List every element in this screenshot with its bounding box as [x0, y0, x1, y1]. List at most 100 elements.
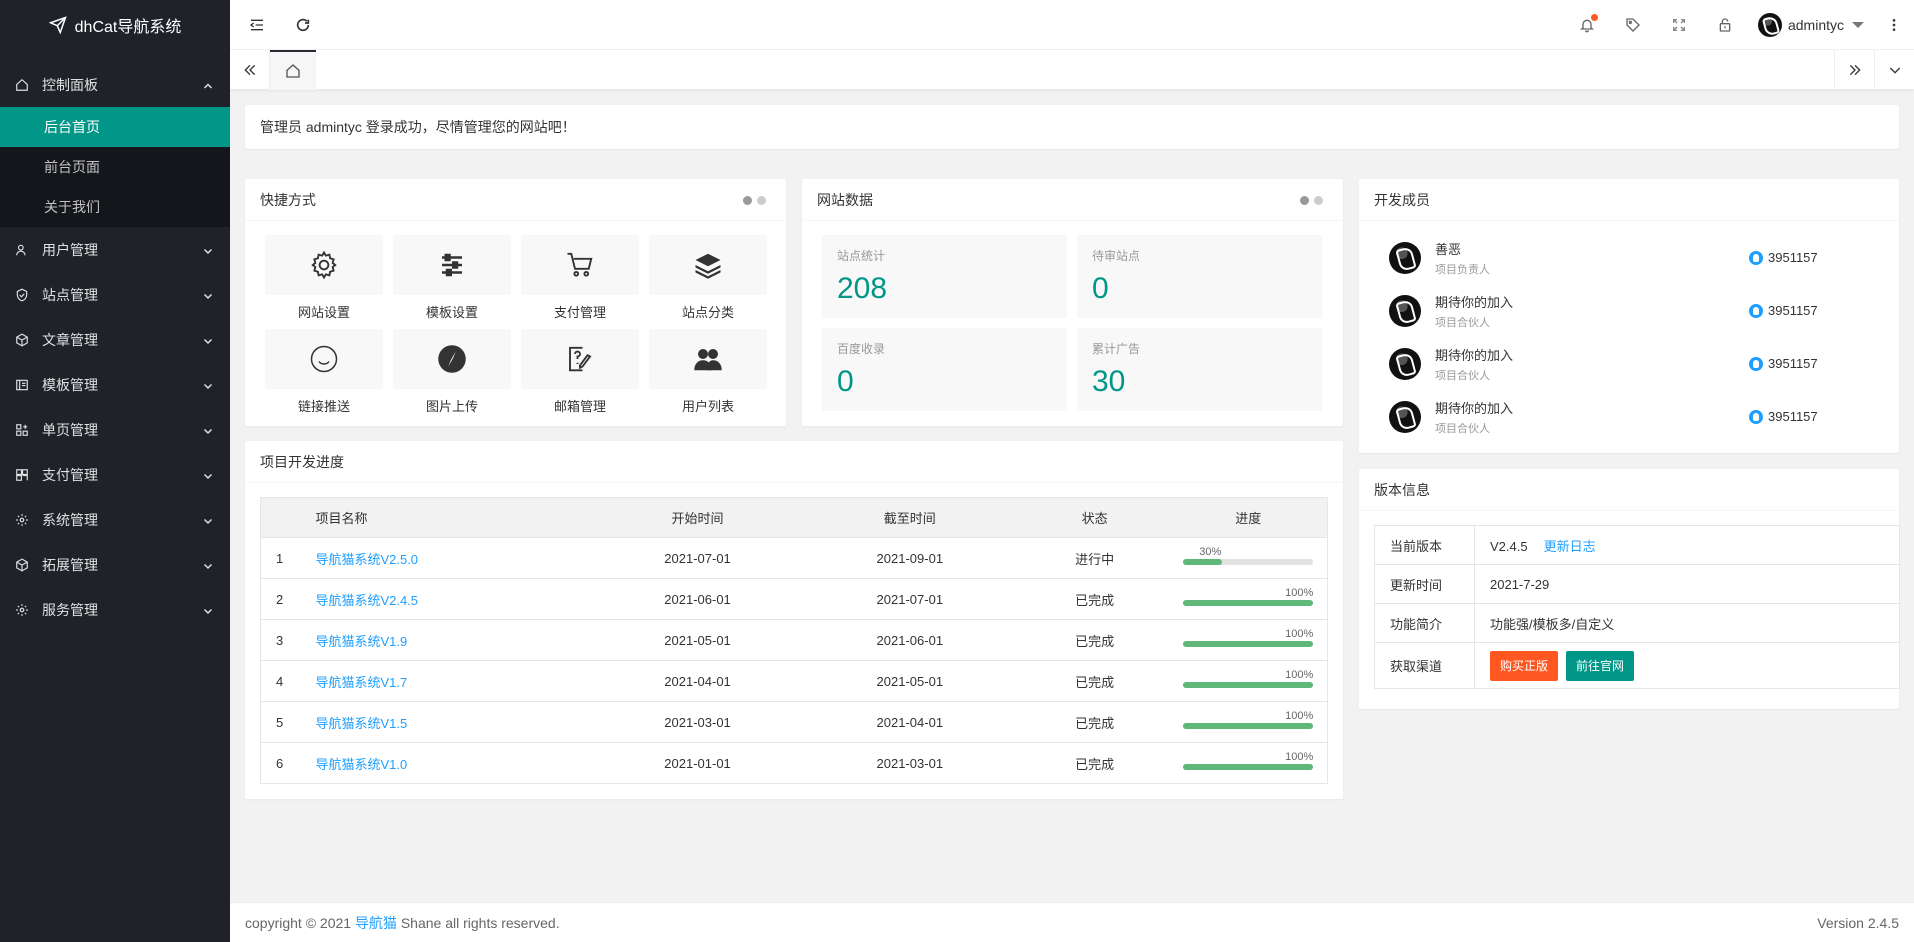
sidebar-item-label: 服务管理 [42, 601, 98, 618]
card-title: 开发成员 [1359, 179, 1899, 221]
progress-bar: 100% [1183, 669, 1314, 692]
row-index: 3 [260, 619, 316, 661]
visit-official-site-button[interactable]: 前往官网 [1566, 650, 1635, 681]
member-qq[interactable]: 3951157 [1749, 284, 1818, 337]
stat-value: 0 [1092, 272, 1109, 305]
end-date: 2021-04-01 [799, 701, 1020, 743]
stat-total-ads: 累计广告 30 [1077, 328, 1322, 411]
project-name-link[interactable]: 导航猫系统V1.7 [315, 675, 407, 690]
sidebar-item-label: 拓展管理 [42, 556, 98, 573]
carousel-indicator[interactable] [743, 196, 766, 205]
stat-value: 30 [1092, 365, 1126, 398]
shortcut-image-upload[interactable]: 图片上传 [393, 329, 511, 423]
shortcut-site-settings[interactable]: 网站设置 [265, 235, 383, 329]
member-name: 善恶 [1435, 241, 1462, 257]
sidebar-subitem-admin-home[interactable]: 后台首页 [0, 107, 230, 147]
lock-screen-button[interactable] [1702, 0, 1748, 50]
row-index: 4 [260, 660, 316, 702]
sidebar-item-articles[interactable]: 文章管理 [0, 317, 230, 362]
shortcut-link-push[interactable]: 链接推送 [265, 329, 383, 423]
more-vertical-icon [1892, 19, 1896, 31]
qq-icon [1749, 409, 1763, 424]
shortcut-template-settings[interactable]: 模板设置 [393, 235, 511, 329]
project-name-link[interactable]: 导航猫系统V2.4.5 [315, 593, 418, 608]
table-row: 当前版本 V2.4.5 更新日志 [1374, 525, 1900, 565]
caret-down-icon [1852, 22, 1864, 28]
shortcut-site-category[interactable]: 站点分类 [649, 235, 767, 329]
progress-text: 30% [1199, 546, 1222, 558]
member-name: 期待你的加入 [1435, 347, 1514, 363]
chevron-down-icon [202, 424, 214, 436]
table-row: 1 导航猫系统V2.5.0 2021-07-01 2021-09-01 进行中 30% [260, 537, 1328, 579]
gear-icon [15, 513, 29, 527]
avatar [1389, 241, 1421, 274]
sidebar-item-label: 文章管理 [42, 331, 98, 348]
notifications-button[interactable] [1564, 0, 1610, 50]
feature-intro-label: 功能简介 [1374, 603, 1475, 643]
version-table: 当前版本 V2.4.5 更新日志 更新时间 2021-7-29 功能简介 功能强/… [1374, 525, 1900, 689]
sliders-icon [442, 253, 462, 277]
more-options-button[interactable] [1874, 0, 1914, 50]
project-name-link[interactable]: 导航猫系统V1.0 [315, 757, 407, 772]
sidebar-item-templates[interactable]: 模板管理 [0, 362, 230, 407]
sidebar-item-users[interactable]: 用户管理 [0, 227, 230, 272]
table-row: 5 导航猫系统V1.5 2021-03-01 2021-04-01 已完成 100% [260, 701, 1328, 743]
row-index: 6 [260, 742, 316, 784]
member-role: 项目合伙人 [1435, 422, 1490, 435]
sidebar-item-payments[interactable]: 支付管理 [0, 452, 230, 497]
sidebar-subitem-about[interactable]: 关于我们 [0, 187, 230, 227]
copyright: copyright © 2021 导航猫 Shane all rights re… [245, 913, 560, 933]
member-role: 项目合伙人 [1435, 316, 1490, 329]
quick-shortcuts-card: 快捷方式 网站设置 模板设置 支付管理 站点分类 链接推送 图片上传 邮箱管理 … [245, 179, 786, 426]
refresh-button[interactable] [280, 0, 326, 50]
grid-icon [15, 468, 29, 482]
chevron-down-icon [202, 559, 214, 571]
shortcut-user-list[interactable]: 用户列表 [649, 329, 767, 423]
compass-icon [438, 345, 466, 373]
footer: copyright © 2021 导航猫 Shane all rights re… [230, 902, 1914, 942]
collapse-sidebar-button[interactable] [234, 0, 280, 50]
sidebar-subitem-front-page[interactable]: 前台页面 [0, 147, 230, 187]
progress-fill [1183, 682, 1314, 688]
version-label: 当前版本 [1374, 525, 1475, 565]
table-row: 获取渠道 购买正版 前往官网 [1374, 642, 1900, 689]
table-row: 3 导航猫系统V1.9 2021-05-01 2021-06-01 已完成 100% [260, 619, 1328, 661]
row-index: 5 [260, 701, 316, 743]
progress-text: 100% [1285, 710, 1314, 722]
shortcut-payment-management[interactable]: 支付管理 [521, 235, 639, 329]
home-icon [286, 64, 300, 78]
member-qq[interactable]: 3951157 [1749, 231, 1818, 284]
sidebar-item-system[interactable]: 系统管理 [0, 497, 230, 542]
member-qq[interactable]: 3951157 [1749, 337, 1818, 390]
stat-label: 累计广告 [1092, 342, 1141, 356]
table-row: 6 导航猫系统V1.0 2021-01-01 2021-03-01 已完成 100% [260, 742, 1328, 784]
table-row: 更新时间 2021-7-29 [1374, 564, 1900, 604]
chevron-down-icon [202, 469, 214, 481]
sidebar-item-extensions[interactable]: 拓展管理 [0, 542, 230, 587]
theme-button[interactable] [1610, 0, 1656, 50]
project-name-link[interactable]: 导航猫系统V1.5 [315, 716, 407, 731]
dev-members-card: 开发成员 善恶 项目负责人 3951157 期待你的加入 项目合伙人 3951157… [1359, 179, 1899, 453]
fullscreen-button[interactable] [1656, 0, 1702, 50]
buy-genuine-button[interactable]: 购买正版 [1490, 650, 1559, 681]
sidebar-item-pages[interactable]: 单页管理 [0, 407, 230, 452]
project-name-link[interactable]: 导航猫系统V2.5.0 [315, 552, 418, 567]
user-menu[interactable]: admintyc [1757, 0, 1864, 50]
member-qq[interactable]: 3951157 [1749, 390, 1818, 443]
carousel-indicator[interactable] [1300, 196, 1323, 205]
project-name-link[interactable]: 导航猫系统V1.9 [315, 634, 407, 649]
changelog-link[interactable]: 更新日志 [1544, 539, 1596, 554]
app-logo[interactable]: dhCat导航系统 [0, 0, 230, 50]
column-header: 项目名称 [315, 497, 596, 538]
sidebar-item-sites[interactable]: 站点管理 [0, 272, 230, 317]
copyright-prefix: copyright © 2021 [245, 914, 355, 931]
tabs-scroll-right-button[interactable] [1834, 50, 1874, 90]
tabs-scroll-left-button[interactable] [230, 50, 270, 90]
tabs-options-button[interactable] [1874, 50, 1914, 90]
shortcut-mailbox-management[interactable]: 邮箱管理 [521, 329, 639, 423]
tab-home[interactable] [270, 50, 316, 90]
update-time-value: 2021-7-29 [1474, 564, 1900, 604]
sidebar-item-services[interactable]: 服务管理 [0, 587, 230, 632]
sidebar-item-dashboard[interactable]: 控制面板 [0, 62, 230, 107]
brand-link[interactable]: 导航猫 [355, 915, 397, 931]
